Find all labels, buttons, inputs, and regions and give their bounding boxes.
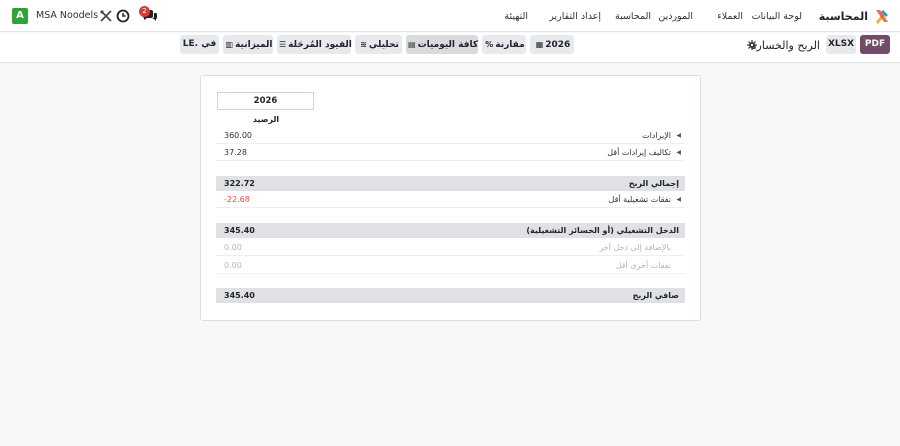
budget-filter-button[interactable]: ▥ الميزانية: [223, 35, 273, 54]
company-switcher[interactable]: MSA Noodels: [36, 10, 98, 21]
pdf-button[interactable]: PDF: [860, 35, 890, 54]
layers-icon: ≋: [360, 40, 367, 49]
accounting-app-icon[interactable]: [874, 8, 890, 24]
currency-filter-button[interactable]: في .LE: [180, 35, 219, 54]
report-line-operating-expenses[interactable]: -22.68 نفقات تشغيلية أقل ◀: [216, 192, 685, 208]
line-amount[interactable]: 360.00: [224, 131, 252, 140]
comparison-filter-label: مقارنة: [495, 40, 525, 50]
menu-customers[interactable]: العملاء: [717, 11, 743, 22]
analytic-filter-button[interactable]: ≋ تحليلي: [355, 35, 402, 54]
period-filter-button[interactable]: ▦ 2026: [530, 35, 574, 54]
expand-caret-icon[interactable]: ◀: [676, 149, 681, 156]
balance-column-header: الرصيد: [252, 115, 280, 124]
line-label: بالإضافة إلى دخل آخر: [599, 243, 671, 252]
menu-dashboard[interactable]: لوحة البيانات: [752, 11, 802, 22]
book-icon: ▤: [408, 40, 416, 49]
journals-filter-label: كافة اليوميات: [417, 40, 479, 50]
menu-reporting[interactable]: إعداد التقارير: [549, 11, 601, 22]
sliders-icon: ☰: [279, 40, 287, 49]
line-label: تكاليف إيرادات أقل: [607, 148, 671, 157]
line-label: الإيرادات: [642, 131, 671, 140]
posted-entries-filter-label: القيود المُرحَلة: [288, 40, 352, 50]
report-total-net-profit: 345.40 صافي الربح: [216, 288, 685, 303]
posted-entries-filter-button[interactable]: ☰ القيود المُرحَلة: [277, 35, 352, 54]
report-line-other-income: 0.00 بالإضافة إلى دخل آخر: [216, 240, 685, 256]
report-card: 2026 الرصيد 360.00 الإيرادات ◀ 37.28 تكا…: [200, 75, 701, 321]
report-line-other-expenses: 0.00 نفقات أخرى أقل: [216, 258, 685, 274]
report-total-operating-income: 345.40 الدخل التشغيلي (أو الخسائر التشغي…: [216, 223, 685, 238]
analytic-filter-label: تحليلي: [368, 40, 399, 50]
app-name[interactable]: المحاسبة: [819, 10, 868, 23]
total-amount: 322.72: [224, 179, 255, 188]
top-navbar: المحاسبة لوحة البيانات العملاء الموردين …: [0, 0, 900, 32]
period-filter-label: 2026: [545, 40, 571, 50]
tools-icon[interactable]: [99, 9, 113, 23]
menu-configuration[interactable]: التهيئة: [504, 11, 528, 22]
line-label: نفقات أخرى أقل: [615, 261, 671, 270]
percent-icon: %: [485, 40, 494, 49]
budget-filter-label: الميزانية: [235, 40, 273, 50]
line-amount: 0.00: [224, 261, 242, 270]
bar-chart-icon: ▥: [225, 40, 234, 49]
comparison-filter-button[interactable]: % مقارنة: [482, 35, 526, 54]
calendar-icon: ▦: [535, 40, 544, 49]
report-line-revenue[interactable]: 360.00 الإيرادات ◀: [216, 128, 685, 144]
report-line-cost-of-revenue[interactable]: 37.28 تكاليف إيرادات أقل ◀: [216, 145, 685, 161]
line-amount: 0.00: [224, 243, 242, 252]
chat-badge: 2: [139, 6, 150, 17]
clock-icon[interactable]: [116, 9, 130, 23]
total-amount: 345.40: [224, 291, 255, 300]
period-column-header: 2026: [217, 92, 314, 110]
total-label: إجمالي الربح: [628, 179, 679, 188]
total-label: صافي الربح: [632, 291, 679, 300]
menu-vendors[interactable]: الموردين: [658, 11, 693, 22]
line-label: نفقات تشغيلية أقل: [608, 195, 671, 204]
report-title: الربح والخسارة: [750, 39, 820, 52]
xlsx-button[interactable]: XLSX: [826, 35, 856, 54]
gear-icon[interactable]: [747, 40, 757, 50]
line-amount[interactable]: -22.68: [224, 195, 250, 204]
line-amount[interactable]: 37.28: [224, 148, 247, 157]
user-avatar[interactable]: A: [12, 8, 28, 24]
expand-caret-icon[interactable]: ◀: [676, 196, 681, 203]
control-panel: PDF XLSX الربح والخسارة ▦ 2026 % مقارنة ▤ ك…: [0, 33, 900, 63]
report-total-gross-profit: 322.72 إجمالي الربح: [216, 176, 685, 191]
expand-caret-icon[interactable]: ◀: [676, 132, 681, 139]
total-label: الدخل التشغيلي (أو الخسائر التشغيلية): [526, 226, 679, 235]
journals-filter-button[interactable]: ▤ كافة اليوميات: [406, 35, 478, 54]
menu-accounting[interactable]: المحاسبة: [615, 11, 651, 22]
